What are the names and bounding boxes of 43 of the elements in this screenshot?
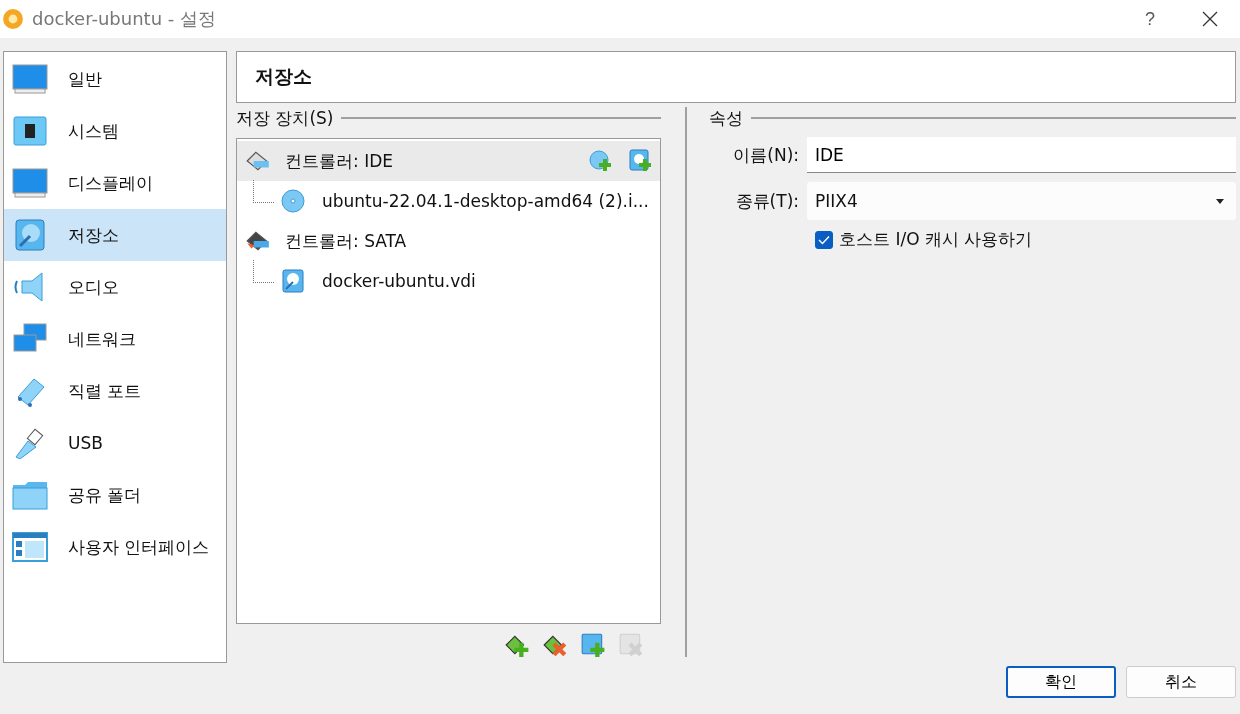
ok-button[interactable]: 확인 — [1006, 666, 1116, 698]
sidebar-item[interactable]: 오디오 — [4, 261, 226, 313]
check-icon — [818, 234, 830, 245]
sidebar-item[interactable]: 공유 폴더 — [4, 469, 226, 521]
add-attachment-button[interactable] — [579, 632, 607, 660]
help-button[interactable]: ? — [1120, 0, 1180, 38]
folder-icon — [12, 479, 48, 511]
controller-icon — [245, 149, 271, 173]
type-label: 종류(T): — [734, 189, 799, 213]
controller-icon — [245, 229, 271, 253]
group-title: 속성 — [709, 106, 743, 130]
sidebar-item[interactable]: 일반 — [4, 53, 226, 105]
controller-row[interactable]: 컨트롤러: SATA — [237, 221, 660, 261]
cancel-button[interactable]: 취소 — [1126, 666, 1236, 698]
sidebar-item[interactable]: 시스템 — [4, 105, 226, 157]
attachment-row[interactable]: docker-ubuntu.vdi — [237, 261, 660, 301]
window-title: docker-ubuntu - 설정 — [32, 7, 216, 31]
controller-row[interactable]: 컨트롤러: IDE — [237, 141, 660, 181]
monitor-icon — [12, 167, 48, 199]
sidebar-item[interactable]: 네트워크 — [4, 313, 226, 365]
add-disk-icon[interactable] — [628, 149, 654, 173]
name-label: 이름(N): — [732, 143, 799, 167]
network-icon — [12, 323, 48, 355]
dropdown-caret-icon — [1216, 198, 1224, 204]
sidebar-item[interactable]: 직렬 포트 — [4, 365, 226, 417]
sidebar-item[interactable]: USB — [4, 417, 226, 469]
add-optical-icon[interactable] — [588, 149, 614, 173]
checkbox-label: 호스트 I/O 캐시 사용하기 — [839, 228, 1033, 251]
sidebar-item[interactable]: 사용자 인터페이스 — [4, 521, 226, 573]
app-icon — [2, 8, 24, 30]
optical-disc-icon — [280, 189, 306, 213]
checkbox[interactable] — [815, 230, 833, 249]
close-icon — [1202, 11, 1218, 27]
attachment-row[interactable]: ubuntu-22.04.1-desktop-amd64 (2).i... — [237, 181, 660, 221]
monitor-icon — [12, 63, 48, 95]
sidebar-item[interactable]: 저장소 — [4, 209, 226, 261]
chip-icon — [12, 115, 48, 147]
group-title: 저장 장치(S) — [236, 106, 334, 130]
ui-icon — [12, 531, 48, 563]
page-title: 저장소 — [255, 64, 312, 89]
sidebar-item[interactable]: 디스플레이 — [4, 157, 226, 209]
name-field[interactable]: IDE — [807, 137, 1236, 173]
type-dropdown[interactable]: PIIX4 — [807, 182, 1236, 220]
